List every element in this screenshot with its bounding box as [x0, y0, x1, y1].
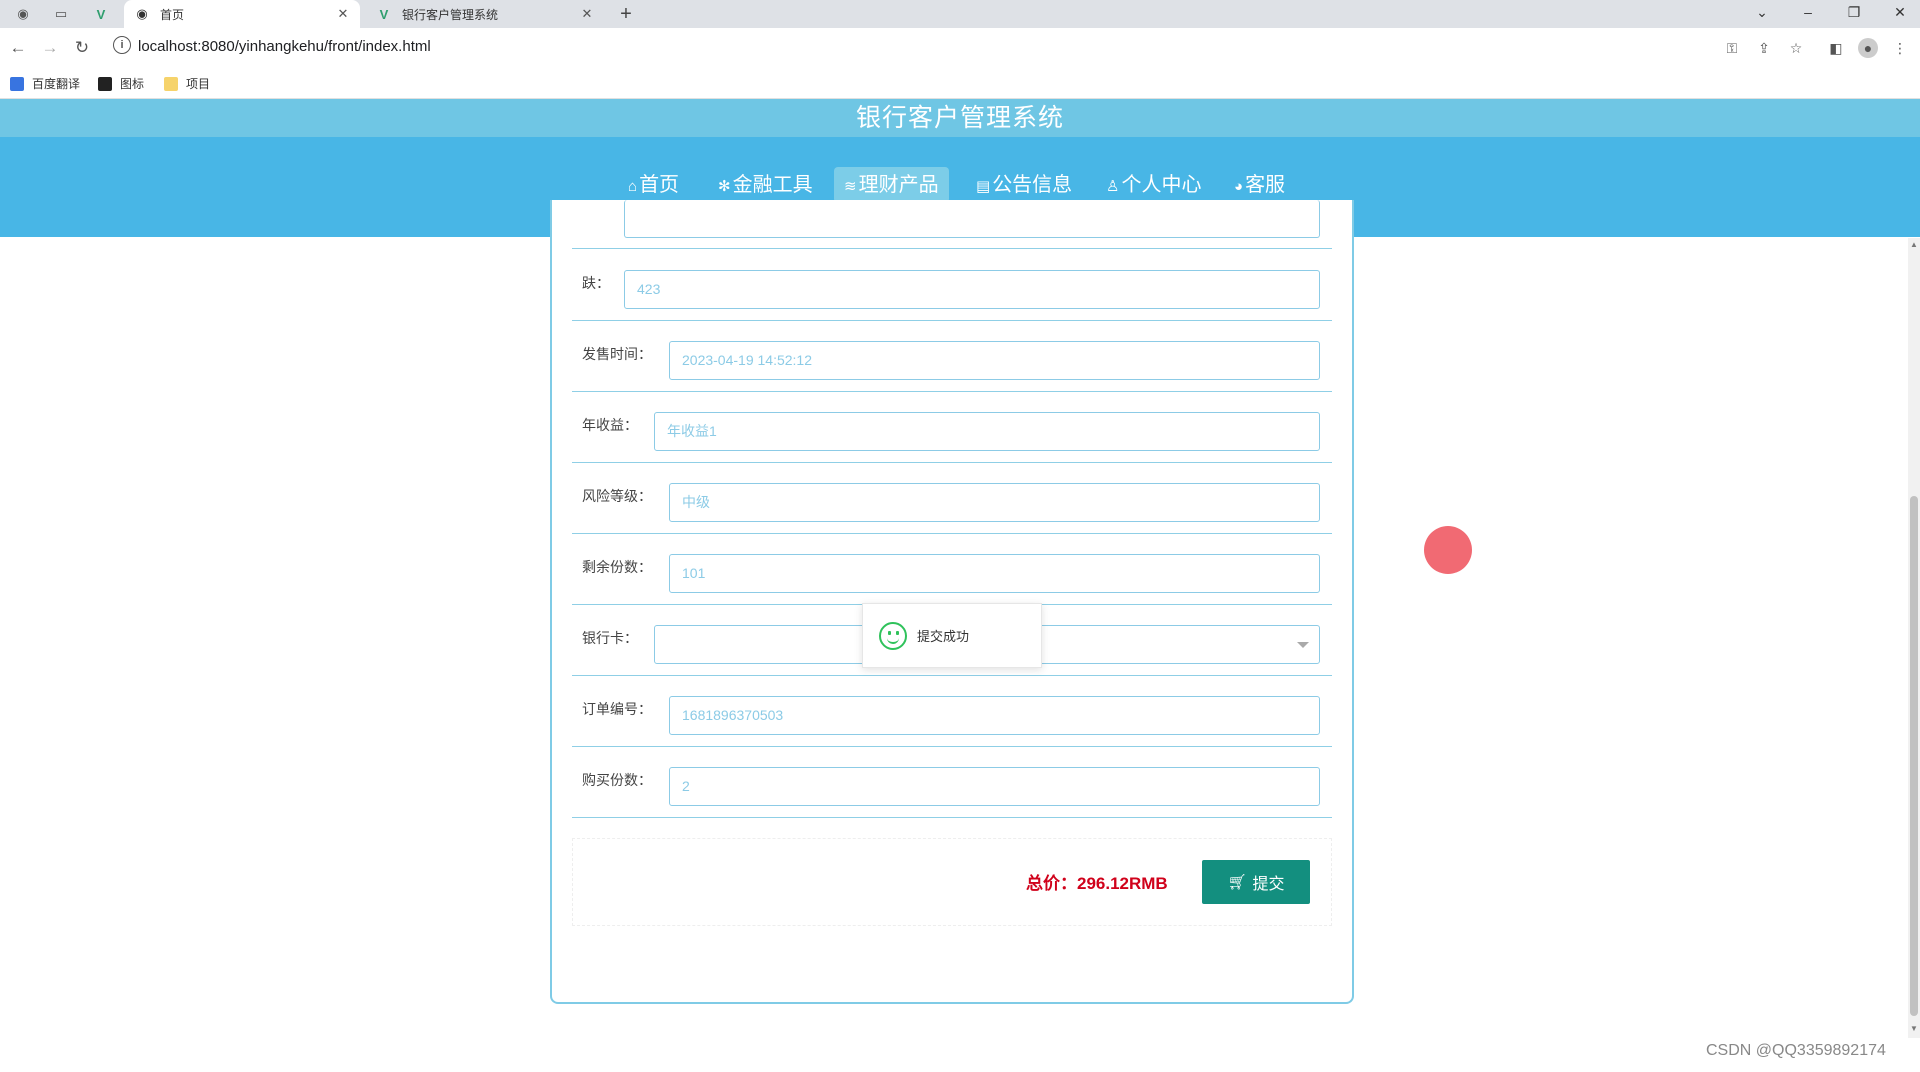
- cursor-highlight: [1424, 526, 1472, 574]
- field-input[interactable]: 1681896370503: [669, 696, 1320, 735]
- close-icon[interactable]: ✕: [336, 6, 350, 22]
- nav-label: 客服: [1245, 174, 1286, 196]
- forward-icon[interactable]: →: [38, 36, 62, 60]
- clipped-input[interactable]: [624, 200, 1320, 238]
- share-icon[interactable]: ⇪: [1754, 38, 1774, 58]
- field-input[interactable]: 2023-04-19 14:52:12: [669, 341, 1320, 380]
- chat-icon: ◕: [1234, 178, 1244, 195]
- divider: [572, 817, 1332, 818]
- restore-button[interactable]: ❐: [1834, 0, 1874, 28]
- field-input[interactable]: 年收益1: [654, 412, 1320, 451]
- nav-label: 理财产品: [858, 174, 939, 196]
- user-icon: ♙: [1106, 178, 1120, 195]
- quantity-input[interactable]: 2: [669, 767, 1320, 806]
- address-bar-row: ← → ↻ i localhost:8080/yinhangkehu/front…: [0, 28, 1920, 68]
- smile-icon: [879, 621, 907, 650]
- bookmark-project-folder[interactable]: 项目: [164, 75, 210, 92]
- tab-bank-system[interactable]: V 银行客户管理系统 ✕: [366, 0, 604, 28]
- toast-message: 提交成功: [917, 629, 970, 644]
- bookmark-label: 项目: [186, 77, 211, 91]
- reload-icon[interactable]: ↻: [70, 36, 94, 60]
- tab-search-icon[interactable]: ⌄: [1742, 0, 1782, 28]
- window-close-button[interactable]: ✕: [1880, 0, 1920, 28]
- watermark: CSDN @QQ3359892174: [1706, 1042, 1886, 1059]
- divider: [572, 320, 1332, 321]
- vue-icon[interactable]: V: [90, 4, 112, 24]
- nav-financial-tools[interactable]: ✻ 金融工具: [708, 167, 823, 203]
- scroll-up-icon[interactable]: ▲: [1909, 240, 1919, 249]
- back-icon[interactable]: ←: [6, 36, 30, 60]
- star-icon[interactable]: ☆: [1786, 38, 1806, 58]
- globe-icon: ◉: [136, 6, 148, 21]
- field-label: 风险等级：: [582, 488, 652, 504]
- tab-title: 首页: [160, 7, 185, 22]
- chevron-down-icon: [1297, 642, 1309, 648]
- scroll-thumb[interactable]: [1910, 496, 1918, 1016]
- site-title: 银行客户管理系统: [0, 99, 1920, 137]
- total-price: 总价：296.12RMB: [1026, 874, 1168, 893]
- divider: [572, 462, 1332, 463]
- minimize-button[interactable]: –: [1788, 0, 1828, 28]
- tab-icon[interactable]: ▭: [50, 4, 72, 24]
- browser-tab-strip: ◉ ▭ V ◉ 首页 ✕ V 银行客户管理系统 ✕ + ⌄ – ❐ ✕: [0, 0, 1920, 28]
- bookmark-label: 图标: [120, 77, 145, 91]
- scroll-down-icon[interactable]: ▼: [1909, 1024, 1919, 1033]
- nav-announcements[interactable]: ▤ 公告信息: [966, 167, 1082, 203]
- field-input[interactable]: 101: [669, 554, 1320, 593]
- field-label: 发售时间：: [582, 346, 652, 362]
- field-label: 年收益：: [582, 417, 638, 433]
- document-icon: ▤: [976, 178, 991, 195]
- bookmark-baidu-translate[interactable]: 百度翻译: [10, 75, 80, 92]
- home-icon: ⌂: [628, 178, 638, 195]
- gear-icon: ✻: [718, 178, 731, 195]
- key-icon[interactable]: ⚿: [1722, 38, 1742, 58]
- cart-icon: 🛒︎: [1227, 874, 1247, 891]
- tab-home[interactable]: ◉ 首页 ✕: [124, 0, 360, 28]
- page-scrollbar[interactable]: ▲ ▼: [1908, 238, 1920, 1038]
- field-label: 银行卡：: [582, 630, 638, 646]
- bookmark-label: 百度翻译: [32, 77, 81, 91]
- profile-icon[interactable]: ●: [1858, 38, 1878, 58]
- tab-title: 银行客户管理系统: [402, 7, 499, 22]
- globe-icon[interactable]: ◉: [12, 4, 34, 24]
- field-input[interactable]: 中级: [669, 483, 1320, 522]
- nav-personal-center[interactable]: ♙ 个人中心: [1096, 167, 1211, 203]
- nav-customer-service[interactable]: ◕ 客服: [1224, 167, 1295, 203]
- nav-label: 个人中心: [1121, 174, 1202, 196]
- divider: [572, 675, 1332, 676]
- divider: [572, 746, 1332, 747]
- divider: [572, 248, 1332, 249]
- bookmarks-bar: 百度翻译 图标 项目: [0, 68, 1920, 99]
- nav-wealth-products[interactable]: ≋ 理财产品: [834, 167, 949, 203]
- image-icon: [98, 76, 112, 91]
- folder-icon: [164, 76, 178, 91]
- nav-home[interactable]: ⌂ 首页: [618, 167, 689, 203]
- vue-icon: V: [379, 6, 389, 22]
- menu-icon[interactable]: ⋮: [1890, 38, 1910, 58]
- field-label: 购买份数：: [582, 772, 652, 788]
- success-toast: 提交成功: [862, 603, 1042, 668]
- translate-icon: [10, 76, 24, 91]
- field-label: 剩余份数：: [582, 559, 652, 575]
- field-input[interactable]: 423: [624, 270, 1320, 309]
- site-info-icon[interactable]: i: [113, 36, 131, 54]
- field-label: 趺：: [582, 275, 610, 291]
- nav-label: 公告信息: [992, 174, 1073, 196]
- close-icon[interactable]: ✕: [580, 6, 594, 22]
- layers-icon: ≋: [844, 178, 857, 195]
- field-label: 订单编号：: [582, 701, 652, 717]
- nav-label: 首页: [639, 174, 680, 196]
- bookmark-icons[interactable]: 图标: [98, 75, 144, 92]
- nav-label: 金融工具: [732, 174, 813, 196]
- side-panel-icon[interactable]: ◧: [1826, 38, 1846, 58]
- submit-label: 提交: [1252, 876, 1285, 893]
- url-field[interactable]: localhost:8080/yinhangkehu/front/index.h…: [138, 38, 431, 55]
- divider: [572, 391, 1332, 392]
- submit-button[interactable]: 🛒︎ 提交: [1202, 860, 1310, 904]
- new-tab-button[interactable]: +: [614, 2, 638, 26]
- divider: [572, 533, 1332, 534]
